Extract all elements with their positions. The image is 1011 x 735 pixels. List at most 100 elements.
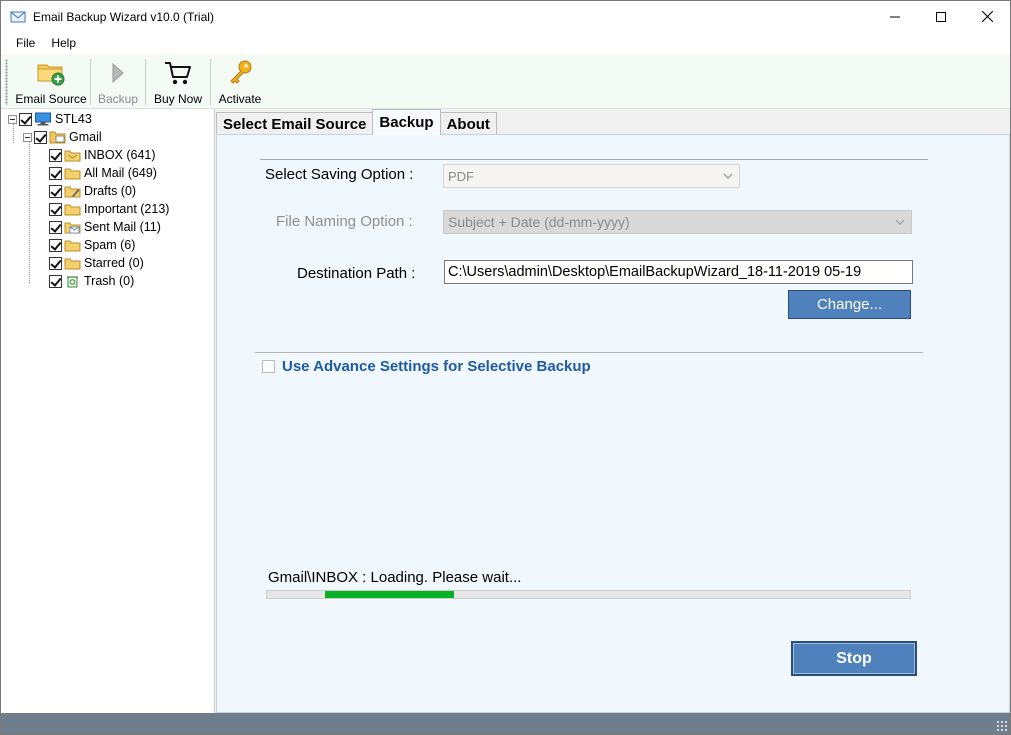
- app-window: Email Backup Wizard v10.0 (Trial) File H…: [0, 0, 1011, 735]
- naming-option-value: Subject + Date (dd-mm-yyyy): [448, 214, 630, 230]
- window-title: Email Backup Wizard v10.0 (Trial): [33, 9, 214, 24]
- close-icon: [981, 11, 993, 22]
- tab-strip: Select Email Source Backup About: [216, 109, 497, 135]
- folder-checkbox[interactable]: [49, 274, 62, 288]
- folder-checkbox[interactable]: [49, 220, 62, 234]
- close-button[interactable]: [964, 1, 1010, 32]
- backup-toolbar-label: Backup: [97, 92, 139, 106]
- minimize-icon: [890, 16, 900, 17]
- naming-option-select[interactable]: Subject + Date (dd-mm-yyyy): [443, 210, 912, 234]
- chevron-down-icon: [895, 219, 905, 225]
- collapse-toggle[interactable]: [23, 132, 32, 142]
- window-controls: [872, 1, 1010, 32]
- drafts-folder-icon: [64, 186, 81, 198]
- saving-option-label: Select Saving Option :: [265, 166, 414, 183]
- account-checkbox[interactable]: [34, 130, 47, 144]
- email-source-button[interactable]: Email Source: [12, 54, 90, 109]
- destination-path-input[interactable]: C:\Users\admin\Desktop\EmailBackupWizard…: [444, 260, 913, 284]
- root-checkbox[interactable]: [19, 112, 32, 126]
- tree-node-account[interactable]: Gmail: [23, 128, 102, 146]
- advance-settings-checkbox[interactable]: [262, 360, 275, 373]
- tree-folder-item[interactable]: Trash (0): [49, 272, 134, 290]
- folder-icon: [64, 168, 81, 180]
- folder-label: Drafts (0): [84, 184, 137, 198]
- folder-icon: [64, 204, 81, 216]
- divider: [255, 352, 923, 353]
- add-folder-icon: [37, 64, 65, 86]
- shopping-cart-icon: [165, 62, 191, 85]
- change-button[interactable]: Change...: [788, 290, 911, 319]
- folder-label: Starred (0): [84, 256, 144, 270]
- tree-line: [29, 141, 30, 283]
- tree-folder-item[interactable]: Important (213): [49, 200, 169, 218]
- status-text: Gmail\INBOX : Loading. Please wait...: [268, 569, 522, 586]
- tree-node-root[interactable]: STL43: [8, 110, 92, 128]
- buy-now-label: Buy Now: [153, 92, 203, 106]
- tree-folder-item[interactable]: Sent Mail (11): [49, 218, 161, 236]
- minimize-button[interactable]: [872, 1, 918, 32]
- folder-checkbox[interactable]: [49, 166, 62, 180]
- tree-folder-item[interactable]: INBOX (641): [49, 146, 156, 164]
- folder-tree: STL43 Gmail INBOX (641) All Mail (649) D…: [1, 109, 215, 713]
- menu-help[interactable]: Help: [43, 36, 84, 50]
- menu-bar: File Help: [1, 32, 1010, 54]
- inbox-folder-icon: [64, 150, 81, 162]
- folder-icon: [64, 240, 81, 252]
- trash-folder-icon: [67, 276, 78, 288]
- maximize-icon: [936, 11, 946, 22]
- tree-folder-item[interactable]: Spam (6): [49, 236, 135, 254]
- backup-panel: Select Saving Option : PDF File Naming O…: [216, 134, 1010, 713]
- toolbar-grip[interactable]: [5, 59, 8, 105]
- collapse-toggle[interactable]: [8, 114, 17, 124]
- folder-checkbox[interactable]: [49, 202, 62, 216]
- folder-label: INBOX (641): [84, 148, 156, 162]
- maximize-button[interactable]: [918, 1, 964, 32]
- folder-label: Important (213): [84, 202, 170, 216]
- folder-checkbox[interactable]: [49, 256, 62, 270]
- folder-label: Spam (6): [84, 238, 136, 252]
- toolbar: Email Source Backup Buy Now Activate: [1, 54, 1010, 109]
- key-icon: [230, 60, 252, 84]
- tree-account-label: Gmail: [69, 130, 102, 144]
- folder-checkbox[interactable]: [49, 184, 62, 198]
- advance-settings-label: Use Advance Settings for Selective Backu…: [282, 358, 591, 375]
- tab-about[interactable]: About: [439, 112, 497, 135]
- advance-settings-option[interactable]: Use Advance Settings for Selective Backu…: [262, 358, 591, 375]
- app-envelope-icon: [10, 11, 26, 22]
- main-area: Select Email Source Backup About Select …: [216, 109, 1010, 713]
- play-arrow-icon: [112, 62, 124, 84]
- tree-folder-item[interactable]: All Mail (649): [49, 164, 157, 182]
- tree-root-label: STL43: [55, 112, 92, 126]
- tree-folder-item[interactable]: Drafts (0): [49, 182, 136, 200]
- chevron-down-icon: [723, 173, 733, 179]
- sent-folder-icon: [64, 222, 81, 234]
- resize-grip[interactable]: [996, 720, 1008, 732]
- folder-checkbox[interactable]: [49, 148, 62, 162]
- title-bar: Email Backup Wizard v10.0 (Trial): [1, 1, 1010, 32]
- computer-icon: [35, 112, 51, 126]
- folder-label: All Mail (649): [84, 166, 157, 180]
- divider: [260, 159, 928, 160]
- status-bar: [1, 713, 1010, 734]
- tree-folder-item[interactable]: Starred (0): [49, 254, 144, 272]
- progress-fill: [325, 591, 454, 598]
- tab-select-email-source[interactable]: Select Email Source: [216, 112, 374, 135]
- folder-icon: [64, 258, 81, 270]
- naming-option-label: File Naming Option :: [276, 213, 413, 230]
- activate-button[interactable]: Activate: [211, 54, 269, 109]
- account-folder-icon: [49, 131, 66, 144]
- backup-toolbar-button[interactable]: Backup: [91, 54, 145, 109]
- folder-label: Sent Mail (11): [84, 220, 161, 234]
- destination-label: Destination Path :: [297, 265, 416, 282]
- saving-option-select[interactable]: PDF: [443, 164, 740, 188]
- tab-backup[interactable]: Backup: [372, 109, 441, 135]
- buy-now-button[interactable]: Buy Now: [146, 54, 210, 109]
- progress-bar: [266, 590, 911, 599]
- folder-checkbox[interactable]: [49, 238, 62, 252]
- menu-file[interactable]: File: [1, 36, 43, 50]
- saving-option-value: PDF: [448, 168, 474, 184]
- stop-button[interactable]: Stop: [791, 641, 917, 676]
- email-source-label: Email Source: [15, 92, 87, 106]
- activate-label: Activate: [218, 92, 262, 106]
- folder-label: Trash (0): [84, 274, 135, 288]
